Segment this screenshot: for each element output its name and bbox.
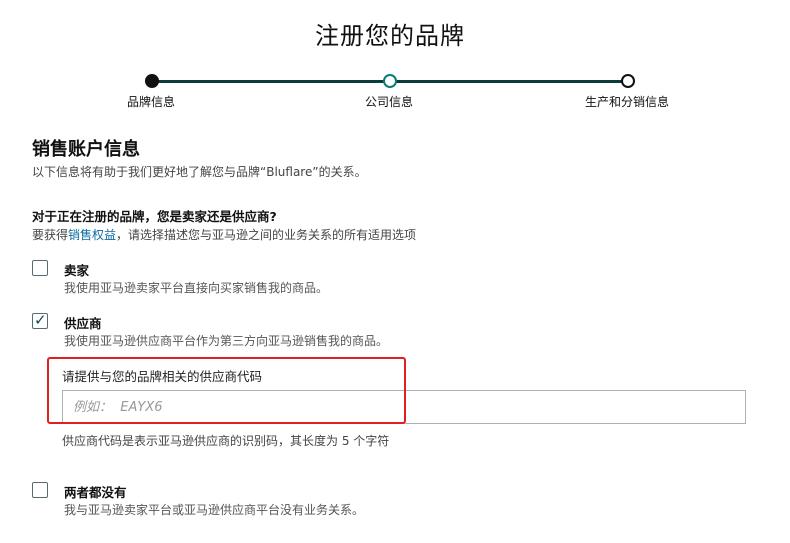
step-label-company: 公司信息 [364, 95, 414, 109]
section-title: 销售账户信息 [32, 139, 140, 160]
neither-label: 两者都没有 [64, 485, 127, 500]
sales-rights-link[interactable]: 销售权益 [68, 228, 116, 242]
role-question: 对于正在注册的品牌，您是卖家还是供应商? [32, 209, 277, 224]
seller-description: 我使用亚马逊卖家平台直接向买家销售我的商品。 [64, 281, 329, 295]
vendor-code-input[interactable] [62, 390, 746, 424]
page-title: 注册您的品牌 [315, 22, 465, 50]
neither-checkbox[interactable] [32, 482, 48, 498]
role-question-hint: 要获得销售权益，请选择描述您与亚马逊之间的业务关系的所有适用选项 [32, 226, 416, 243]
step-label-brand: 品牌信息 [126, 95, 176, 109]
seller-label: 卖家 [64, 263, 90, 278]
vendor-description: 我使用亚马逊供应商平台作为第三方向亚马逊销售我的商品。 [64, 334, 389, 348]
vendor-checkbox[interactable] [32, 311, 48, 329]
hint-text-before: 要获得 [32, 228, 69, 242]
vendor-code-label: 请提供与您的品牌相关的供应商代码 [62, 369, 263, 384]
seller-checkbox[interactable] [32, 260, 48, 276]
step-dot-distribution [621, 74, 635, 88]
neither-description: 我与亚马逊卖家平台或亚马逊供应商平台没有业务关系。 [64, 503, 365, 517]
vendor-label: 供应商 [64, 316, 102, 331]
stepper-line-1 [153, 80, 385, 83]
step-dot-company [383, 74, 397, 88]
progress-stepper: 品牌信息 公司信息 生产和分销信息 [0, 74, 790, 114]
hint-text-after: ，请选择描述您与亚马逊之间的业务关系的所有适用选项 [116, 228, 417, 242]
vendor-code-note: 供应商代码是表示亚马逊供应商的识别码，其长度为 5 个字符 [62, 434, 390, 448]
step-dot-brand [145, 74, 159, 88]
section-description: 以下信息将有助于我们更好地了解您与品牌“Bluflare”的关系。 [32, 165, 367, 179]
step-label-distribution: 生产和分销信息 [584, 95, 670, 109]
stepper-line-2 [394, 80, 624, 83]
